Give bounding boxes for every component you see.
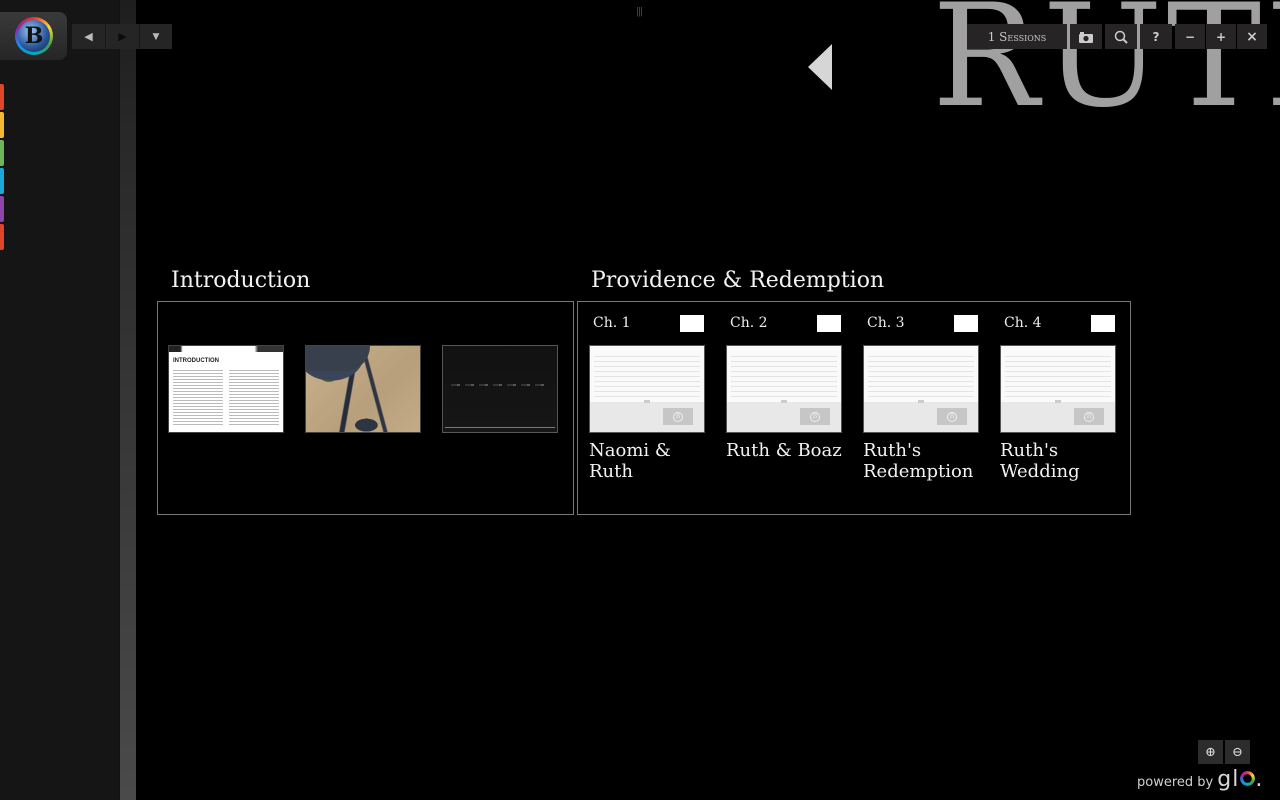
document-heading: INTRODUCTION	[173, 358, 219, 364]
zoom-out-icon: ⊖	[1232, 744, 1243, 760]
sidebar-tab-red[interactable]	[0, 84, 4, 110]
arrow-left-icon: ◀	[84, 30, 93, 43]
search-icon	[1114, 30, 1128, 44]
window-controls: − + ×	[1175, 24, 1267, 49]
triangle-left-icon[interactable]	[808, 44, 832, 90]
badge-letter: B	[810, 411, 820, 422]
chapter-label: Ch. 4	[1004, 315, 1042, 331]
brand-text: gl	[1217, 767, 1240, 792]
chapter-thumbnail[interactable]: B	[589, 345, 705, 433]
minimize-button[interactable]: −	[1175, 24, 1205, 49]
section-title-providence: Providence & Redemption	[591, 268, 885, 293]
sidebar-tab-purple[interactable]	[0, 196, 4, 222]
nav-menu-button[interactable]: ▼	[140, 24, 172, 49]
navigation-group: ◀ ▶ ▼	[72, 24, 172, 49]
zoom-out-button[interactable]: ⊖	[1225, 740, 1250, 764]
sidebar-tab-orange[interactable]	[0, 224, 4, 250]
chapter-title[interactable]: Ruth & Boaz	[726, 440, 851, 461]
badge-letter: B	[1084, 411, 1094, 422]
chapter-thumbnail[interactable]: B	[726, 345, 842, 433]
help-icon: ?	[1152, 29, 1160, 44]
timeline-axis	[445, 427, 555, 428]
chapter-checkbox[interactable]	[954, 315, 978, 332]
intro-map-thumbnail[interactable]	[305, 345, 421, 433]
logo-badge-icon: B	[800, 408, 830, 425]
top-toolbar: 1 Sessions ? − + ×	[967, 24, 1267, 49]
logo-badge-icon: B	[663, 408, 693, 425]
chapter-checkbox[interactable]	[817, 315, 841, 332]
powered-by-branding[interactable]: powered by gl.	[1137, 767, 1263, 792]
screenshot-button[interactable]	[1070, 24, 1102, 49]
logo-badge-icon: B	[1074, 408, 1104, 425]
search-button[interactable]	[1105, 24, 1137, 49]
document-text-column	[173, 368, 223, 426]
help-button[interactable]: ?	[1140, 24, 1172, 49]
zoom-in-button[interactable]: ⊕	[1198, 740, 1223, 764]
intro-document-thumbnail[interactable]: INTRODUCTION	[168, 345, 284, 433]
plus-icon: +	[1215, 29, 1227, 44]
book-title: RUTH	[932, 0, 1280, 139]
brand-dot: .	[1255, 767, 1264, 792]
nav-forward-button[interactable]: ▶	[106, 24, 140, 49]
glo-logo: gl.	[1217, 767, 1263, 792]
sidebar	[0, 0, 119, 800]
page-marker	[781, 400, 787, 403]
map-sea	[306, 346, 370, 371]
sidebar-tab-blue[interactable]	[0, 168, 4, 194]
chapter-checkbox[interactable]	[1091, 315, 1115, 332]
sidebar-tab-yellow[interactable]	[0, 112, 4, 138]
sidebar-color-tabs	[0, 84, 5, 252]
page-lines	[868, 352, 974, 400]
sidebar-scrollbar[interactable]	[119, 0, 136, 800]
chapter-title[interactable]: Naomi & Ruth	[589, 440, 714, 482]
chapter-title[interactable]: Ruth's Redemption	[863, 440, 988, 482]
page-marker	[918, 400, 924, 403]
camera-icon	[1079, 31, 1093, 43]
chapter-title[interactable]: Ruth's Wedding	[1000, 440, 1125, 482]
minus-icon: −	[1184, 29, 1196, 44]
page-lines	[594, 352, 700, 400]
chapter-label: Ch. 3	[867, 315, 905, 331]
sessions-button[interactable]: 1 Sessions	[967, 24, 1067, 49]
logo-letter: B	[18, 20, 50, 52]
page-marker	[1055, 400, 1061, 403]
nav-back-button[interactable]: ◀	[72, 24, 106, 49]
glo-ring-icon	[1240, 771, 1256, 786]
arrow-right-icon: ▶	[118, 30, 127, 43]
chapter-thumbnail[interactable]: B	[1000, 345, 1116, 433]
app-logo[interactable]: B	[15, 17, 53, 55]
page-marker	[644, 400, 650, 403]
badge-letter: B	[673, 411, 683, 422]
page-lines	[731, 352, 837, 400]
zoom-controls: ⊕ ⊖	[1198, 740, 1250, 764]
timeline-line	[451, 384, 549, 386]
drag-handle-icon[interactable]: |||	[636, 7, 643, 17]
chapter-thumbnail[interactable]: B	[863, 345, 979, 433]
chevron-down-icon: ▼	[152, 31, 160, 42]
section-title-introduction: Introduction	[171, 268, 311, 293]
close-icon: ×	[1246, 28, 1258, 45]
document-text-column	[229, 368, 279, 426]
intro-timeline-thumbnail[interactable]	[442, 345, 558, 433]
chapter-label: Ch. 1	[593, 315, 631, 331]
chapter-checkbox[interactable]	[680, 315, 704, 332]
page-lines	[1005, 352, 1111, 400]
zoom-in-icon: ⊕	[1205, 744, 1216, 760]
logo-badge-icon: B	[937, 408, 967, 425]
badge-letter: B	[947, 411, 957, 422]
maximize-button[interactable]: +	[1206, 24, 1236, 49]
powered-by-text: powered by	[1137, 775, 1214, 790]
close-button[interactable]: ×	[1237, 24, 1267, 49]
sidebar-tab-green[interactable]	[0, 140, 4, 166]
chapter-label: Ch. 2	[730, 315, 768, 331]
